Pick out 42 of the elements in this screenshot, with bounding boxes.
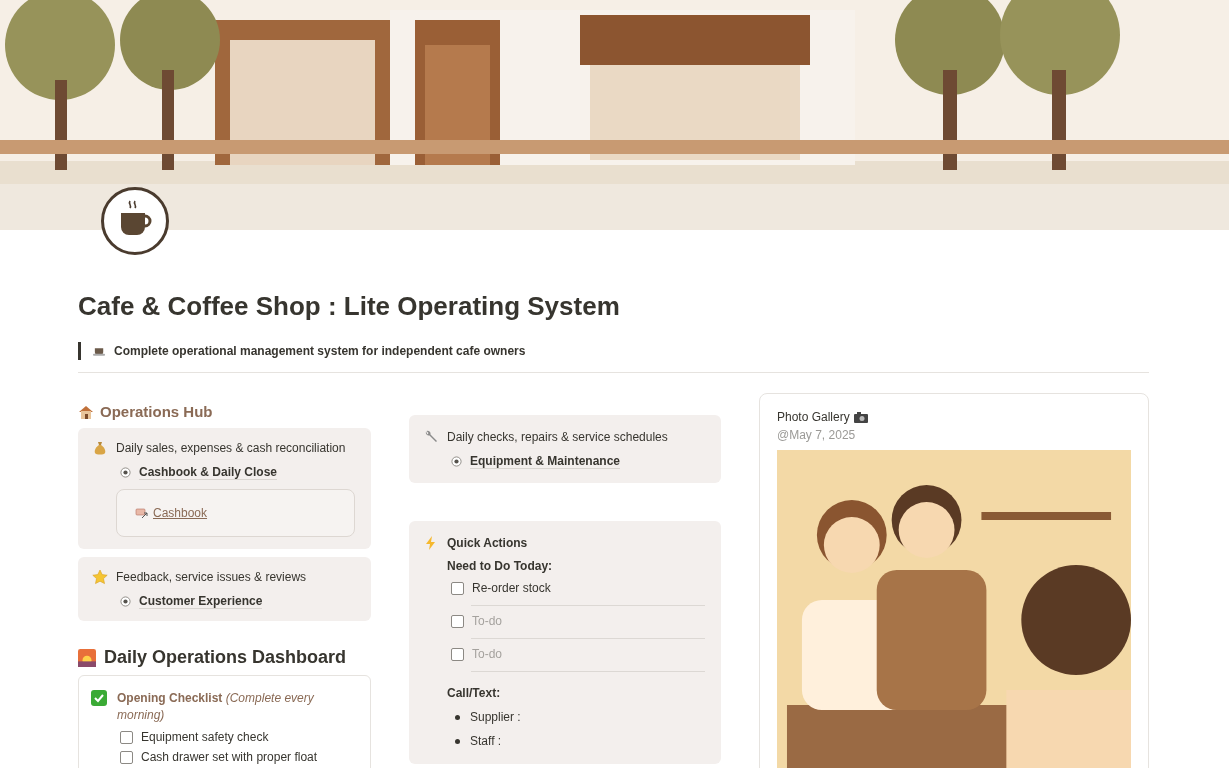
date-mention: @May 7, 2025 — [777, 428, 857, 442]
card-title: Quick Actions — [447, 536, 528, 550]
page-icon — [120, 596, 131, 607]
todo-input[interactable]: To-do — [472, 647, 672, 661]
bullet-icon — [455, 738, 460, 744]
checkbox[interactable] — [451, 647, 464, 661]
house-icon — [78, 403, 94, 420]
bullet-icon — [455, 714, 460, 720]
cashbook-link[interactable]: Cashbook — [153, 506, 208, 520]
todo-input[interactable]: To-do — [472, 614, 672, 628]
camera-icon — [853, 411, 868, 423]
wrench-icon — [423, 429, 439, 445]
checkbox[interactable] — [451, 614, 464, 628]
check-mark-icon — [91, 690, 107, 706]
subheading: Call/Text: — [447, 686, 502, 700]
page-link[interactable]: Cashbook & Daily Close — [139, 465, 278, 480]
checkbox[interactable] — [120, 750, 133, 764]
card-description: Daily sales, expenses & cash reconciliation — [116, 441, 346, 455]
checklist-title: Opening Checklist (Complete every morning) — [117, 690, 315, 724]
gallery-title: Photo Gallery — [777, 410, 850, 424]
section-heading: Daily Operations Dashboard — [104, 647, 347, 668]
checkbox[interactable] — [451, 581, 464, 595]
section-heading: Operations Hub — [100, 403, 213, 420]
checklist-item: Equipment safety check — [141, 730, 269, 744]
card-description: Feedback, service issues & reviews — [116, 570, 307, 584]
todo-item: Re-order stock — [472, 581, 551, 595]
page-icon — [120, 467, 131, 478]
checkbox[interactable] — [120, 730, 133, 744]
star-icon — [92, 569, 108, 585]
contact-label: Staff : — [470, 734, 502, 748]
sunset-icon — [78, 648, 96, 667]
money-bag-icon — [92, 440, 108, 456]
page-link[interactable]: Equipment & Maintenance — [470, 454, 621, 469]
page-link[interactable]: Customer Experience — [139, 594, 263, 609]
page-icon — [451, 456, 462, 467]
contact-label: Supplier : — [470, 710, 521, 724]
card-description: Daily checks, repairs & service schedules — [447, 430, 668, 444]
page-title: Cafe & Coffee Shop : Lite Operating System — [78, 290, 621, 322]
callout-text: Complete operational management system for independent cafe owners — [114, 344, 526, 358]
checklist-item: Cash drawer set with proper float — [141, 750, 318, 764]
subheading: Need to Do Today: — [447, 559, 554, 573]
coffee-cup-icon — [93, 346, 106, 356]
